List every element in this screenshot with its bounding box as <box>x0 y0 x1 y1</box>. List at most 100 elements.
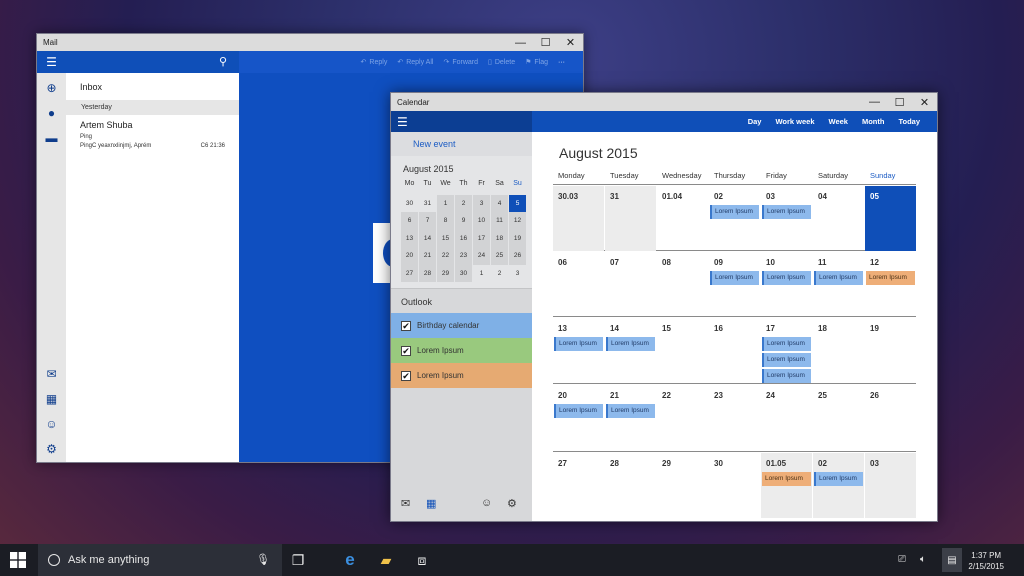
folders-icon[interactable]: ▬ <box>37 131 66 145</box>
day-cell[interactable]: 29 <box>657 453 708 518</box>
day-cell[interactable]: 26 <box>865 385 916 450</box>
day-cell[interactable]: 30 <box>709 453 760 518</box>
mini-day[interactable]: 25 <box>491 247 508 265</box>
mini-day[interactable]: 2 <box>455 194 472 212</box>
calendar-event[interactable]: Lorem Ipsum <box>710 205 759 219</box>
view-day-button[interactable]: Day <box>748 117 762 126</box>
calendar-event[interactable]: Lorem Ipsum <box>762 205 811 219</box>
file-explorer-icon[interactable]: ▰ <box>374 550 398 570</box>
reply-button[interactable]: ↶ Reply <box>361 58 388 66</box>
close-button[interactable]: ✕ <box>912 93 937 111</box>
day-cell[interactable]: 31 <box>605 186 656 251</box>
day-cell[interactable]: 22 <box>657 385 708 450</box>
cortana-search-box[interactable]: Ask me anything 🎙︎ <box>38 544 282 576</box>
action-center-icon[interactable]: ▤ <box>942 548 962 572</box>
mini-day[interactable]: 12 <box>509 212 526 230</box>
mini-day[interactable]: 6 <box>401 212 418 230</box>
view-work-week-button[interactable]: Work week <box>775 117 814 126</box>
mini-day[interactable]: 15 <box>437 229 454 247</box>
clock[interactable]: 1:37 PM 2/15/2015 <box>968 550 1004 572</box>
mini-day[interactable]: 26 <box>509 247 526 265</box>
more-button[interactable]: ··· <box>558 59 565 66</box>
mini-day[interactable]: 13 <box>401 229 418 247</box>
day-cell[interactable]: 04 <box>813 186 864 251</box>
hamburger-menu-icon[interactable]: ☰ <box>391 111 532 132</box>
view-week-button[interactable]: Week <box>829 117 848 126</box>
mini-day[interactable]: 9 <box>455 212 472 230</box>
mini-day[interactable]: 4 <box>491 194 508 212</box>
settings-gear-icon[interactable]: ⚙ <box>507 497 517 510</box>
mini-day[interactable]: 1 <box>473 264 490 282</box>
mini-day[interactable]: 28 <box>419 264 436 282</box>
checkbox-checked-icon[interactable]: ✔ <box>401 320 411 331</box>
search-icon[interactable]: ⚲ <box>219 55 227 68</box>
calendar-event[interactable]: Lorem Ipsum <box>762 472 811 486</box>
settings-gear-icon[interactable]: ⚙ <box>37 442 66 456</box>
mail-icon[interactable]: ✉ <box>37 367 66 381</box>
day-cell[interactable]: 05 <box>865 186 916 251</box>
mail-icon[interactable]: ✉ <box>401 497 410 510</box>
day-cell[interactable]: 06 <box>553 252 604 317</box>
calendar-event[interactable]: Lorem Ipsum <box>606 404 655 418</box>
mini-day[interactable]: 16 <box>455 229 472 247</box>
day-cell[interactable]: 23 <box>709 385 760 450</box>
checkbox-checked-icon[interactable]: ✔ <box>401 345 411 356</box>
calendar-event[interactable]: Lorem Ipsum <box>762 337 811 351</box>
store-icon[interactable]: ⧈ <box>410 550 434 570</box>
mini-day[interactable]: 10 <box>473 212 490 230</box>
calendar-event[interactable]: Lorem Ipsum <box>762 271 811 285</box>
day-cell[interactable]: 18 <box>813 318 864 383</box>
feedback-icon[interactable]: ☺ <box>37 417 66 431</box>
mini-day[interactable]: 3 <box>509 264 526 282</box>
day-cell[interactable]: 01.04 <box>657 186 708 251</box>
close-button[interactable]: ✕ <box>558 34 583 51</box>
mini-day[interactable]: 8 <box>437 212 454 230</box>
calendar-toggle[interactable]: ✔ Lorem Ipsum <box>391 363 532 388</box>
calendar-event[interactable]: Lorem Ipsum <box>554 337 603 351</box>
view-month-button[interactable]: Month <box>862 117 885 126</box>
mini-day[interactable]: 24 <box>473 247 490 265</box>
delete-button[interactable]: ▯ Delete <box>488 58 515 66</box>
day-cell[interactable]: 03 <box>865 453 916 518</box>
accounts-icon[interactable]: ● <box>37 106 66 120</box>
mini-day[interactable]: 2 <box>491 264 508 282</box>
mini-day[interactable]: 30 <box>455 264 472 282</box>
reply-all-button[interactable]: ↶ Reply All <box>397 58 433 66</box>
day-cell[interactable]: 28 <box>605 453 656 518</box>
start-button[interactable] <box>0 544 36 576</box>
maximize-button[interactable]: ☐ <box>533 34 558 51</box>
mini-day[interactable]: 30 <box>401 194 418 212</box>
mini-day[interactable]: 5 <box>509 194 526 212</box>
checkbox-checked-icon[interactable]: ✔ <box>401 370 411 381</box>
minimize-button[interactable]: — <box>508 34 533 51</box>
mini-day[interactable]: 20 <box>401 247 418 265</box>
calendar-icon[interactable]: ▦ <box>426 497 436 510</box>
task-view-icon[interactable]: ❐ <box>286 550 310 570</box>
mini-day[interactable]: 19 <box>509 229 526 247</box>
maximize-button[interactable]: ☐ <box>887 93 912 111</box>
calendar-event[interactable]: Lorem Ipsum <box>814 472 863 486</box>
network-icon[interactable]: ⎚ <box>898 554 906 565</box>
calendar-event[interactable]: Lorem Ipsum <box>762 369 811 383</box>
day-cell[interactable]: 08 <box>657 252 708 317</box>
day-cell[interactable]: 07 <box>605 252 656 317</box>
minimize-button[interactable]: — <box>862 93 887 111</box>
mini-day[interactable]: 7 <box>419 212 436 230</box>
edge-browser-icon[interactable]: e <box>338 550 362 570</box>
mini-day[interactable]: 29 <box>437 264 454 282</box>
day-cell[interactable]: 15 <box>657 318 708 383</box>
calendar-icon[interactable]: ▦ <box>37 392 66 406</box>
mini-day[interactable]: 22 <box>437 247 454 265</box>
hamburger-menu-icon[interactable]: ☰ <box>37 51 66 73</box>
view-today-button[interactable]: Today <box>898 117 920 126</box>
day-cell[interactable]: 25 <box>813 385 864 450</box>
forward-button[interactable]: ↷ Forward <box>443 58 478 66</box>
new-mail-icon[interactable]: ⊕ <box>37 81 66 95</box>
day-cell[interactable]: 24 <box>761 385 812 450</box>
day-cell[interactable]: 27 <box>553 453 604 518</box>
microphone-icon[interactable]: 🎙︎ <box>256 553 270 566</box>
mini-day[interactable]: 27 <box>401 264 418 282</box>
mini-day[interactable]: 1 <box>437 194 454 212</box>
mini-day[interactable]: 11 <box>491 212 508 230</box>
calendar-event[interactable]: Lorem Ipsum <box>814 271 863 285</box>
